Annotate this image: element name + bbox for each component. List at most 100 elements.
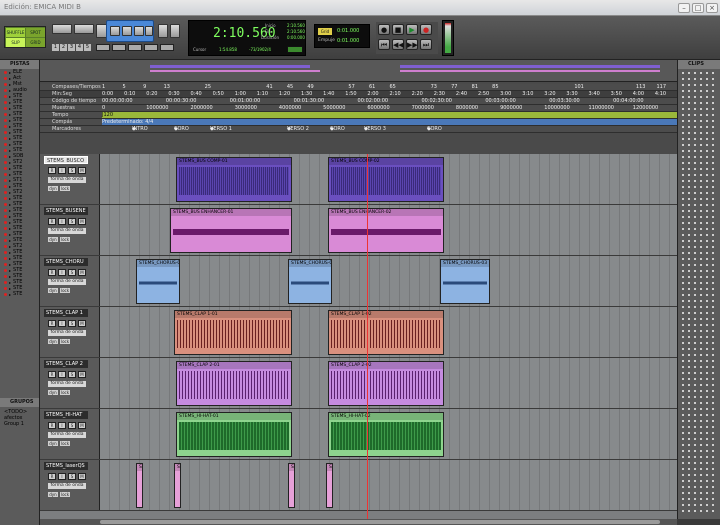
zoom-in-button[interactable] [74, 24, 94, 34]
track-view-selector[interactable]: forma de onda [48, 483, 86, 489]
track-dyn-button[interactable]: dyn [48, 492, 58, 497]
track-m-button[interactable]: M [78, 167, 86, 174]
expand-icon[interactable]: ▸ [9, 106, 11, 111]
expand-icon[interactable]: ▸ [9, 142, 11, 147]
track-s-button[interactable]: S [68, 371, 76, 378]
expand-icon[interactable]: ▸ [9, 292, 11, 297]
track-lane[interactable]: STEMS_BUS ENHANCER-01 STEMS_BUS ENHANCER-… [100, 205, 677, 255]
track-name[interactable]: STEMS_HI-HAT [44, 411, 88, 419]
track-view-selector[interactable]: forma de onda [48, 432, 86, 438]
audio-clip[interactable]: STEMS_BUS ENHANCER-01 [170, 208, 292, 253]
track-lock-button[interactable]: lock [60, 390, 70, 395]
track-name[interactable]: STEMS_CLAP 2 [44, 360, 88, 368]
expand-icon[interactable]: ▸ [9, 112, 11, 117]
expand-icon[interactable]: ▸ [9, 136, 11, 141]
expand-icon[interactable]: ▸ [9, 268, 11, 273]
track-lane[interactable]: ST ST ST ST [100, 460, 677, 510]
track-lock-button[interactable]: lock [60, 492, 70, 497]
track-m-button[interactable]: M [78, 269, 86, 276]
expand-icon[interactable]: ▸ [9, 100, 11, 105]
audio-clip[interactable]: STEMS_CHORUS-03 [440, 259, 490, 304]
track-view-selector[interactable]: forma de onda [48, 279, 86, 285]
track-lock-button[interactable]: lock [60, 339, 70, 344]
expand-icon[interactable]: ▸ [9, 250, 11, 255]
track-s-button[interactable]: S [68, 320, 76, 327]
track-i-button[interactable]: I [58, 218, 66, 225]
audio-clip[interactable]: STEMS_CLAP 2-02 [328, 361, 444, 406]
track-r-button[interactable]: R [48, 269, 56, 276]
expand-icon[interactable]: ▸ [9, 178, 11, 183]
grid-mode-button[interactable]: GRID [26, 38, 45, 47]
track-view-selector[interactable]: forma de onda [48, 330, 86, 336]
tempo-ruler[interactable]: Tempo J120 [40, 112, 677, 119]
track-lane[interactable]: STEMS_CLAP 1-01 STEMS_CLAP 1-02 [100, 307, 677, 357]
track-m-button[interactable]: M [78, 422, 86, 429]
track-name[interactable]: STEMS_laserQS [44, 462, 88, 470]
track-r-button[interactable]: R [48, 371, 56, 378]
track-dyn-button[interactable]: dyn [48, 186, 58, 191]
track-r-button[interactable]: R [48, 422, 56, 429]
audio-clip[interactable]: STEMS_CLAP 1-01 [174, 310, 292, 355]
smart-tool-icon[interactable] [145, 26, 153, 36]
markers-ruler[interactable]: Marcadores ◆ INTRO ◆ CORO ◆ VERSO 1 ◆ VERSO … [40, 126, 677, 133]
expand-icon[interactable]: ▸ [9, 190, 11, 195]
zoom-preset-1[interactable]: 1 [52, 44, 59, 51]
track-lock-button[interactable]: lock [60, 288, 70, 293]
expand-icon[interactable]: ▸ [9, 154, 11, 159]
track-lock-button[interactable]: lock [60, 237, 70, 242]
meter-value[interactable]: Predeterminado: 4/4 [102, 119, 677, 125]
audio-clip[interactable]: STEMS_BUS ENHANCER-02 [328, 208, 444, 253]
stop-button[interactable]: ■ [392, 24, 404, 35]
end-value[interactable]: 2:10.560 [287, 29, 305, 34]
track-name[interactable]: STEMS_CLAP 1 [44, 309, 88, 317]
start-value[interactable]: 2:10.560 [287, 23, 305, 28]
track-name[interactable]: STEMS_BUSCO [44, 156, 88, 164]
zoom-preset-3[interactable]: 3 [68, 44, 75, 51]
expand-icon[interactable]: ▸ [9, 202, 11, 207]
expand-icon[interactable]: ▸ [9, 232, 11, 237]
track-s-button[interactable]: S [68, 422, 76, 429]
track-s-button[interactable]: S [68, 218, 76, 225]
pencil-tool-icon[interactable] [170, 24, 180, 38]
expand-icon[interactable]: ▸ [9, 274, 11, 279]
timecode-ruler[interactable]: Código de tiempo 00:00:00:00 00:00:30:00 00… [40, 98, 677, 105]
audio-clip[interactable]: STEMS_BUS COMP-01 [176, 157, 292, 202]
track-name[interactable]: STEMS_BUSENE [44, 207, 88, 215]
zoom-out-button[interactable] [52, 24, 72, 34]
link-timeline-icon[interactable] [96, 44, 110, 51]
track-view-selector[interactable]: forma de onda [48, 381, 86, 387]
track-s-button[interactable]: S [68, 167, 76, 174]
expand-icon[interactable]: ▸ [9, 166, 11, 171]
track-s-button[interactable]: S [68, 269, 76, 276]
audio-clip[interactable]: ST [288, 463, 295, 508]
track-dyn-button[interactable]: dyn [48, 441, 58, 446]
track-m-button[interactable]: M [78, 218, 86, 225]
expand-icon[interactable]: ▸ [9, 244, 11, 249]
selector-tool-icon[interactable] [122, 26, 132, 36]
mirror-midi-icon[interactable] [160, 44, 174, 51]
zoom-preset-4[interactable]: 4 [76, 44, 83, 51]
bars-beats-ruler[interactable]: Compases/Tiempos 1 5 9 13 25 41 45 49 57 61 65 73 77 8… [40, 84, 677, 91]
expand-icon[interactable]: ▸ [9, 286, 11, 291]
track-s-button[interactable]: S [68, 473, 76, 480]
spot-mode-button[interactable]: SPOT [26, 28, 45, 37]
online-button[interactable]: ● [378, 24, 390, 35]
clip-list[interactable] [680, 70, 718, 515]
expand-icon[interactable]: ▸ [9, 160, 11, 165]
return-to-zero-button[interactable]: ⏮ [378, 39, 390, 50]
expand-icon[interactable]: ▸ [9, 280, 11, 285]
track-i-button[interactable]: I [58, 473, 66, 480]
audio-clip[interactable]: STEMS_CHORUS-01 [136, 259, 180, 304]
audio-clip[interactable]: ST [326, 463, 333, 508]
audio-clip[interactable]: STEMS_CLAP 1-02 [328, 310, 444, 355]
close-button[interactable]: × [706, 3, 718, 13]
minsec-ruler[interactable]: Min:Seg 0:00 0:10 0:20 0:30 0:40 0:50 1:00 1:10 1… [40, 91, 677, 98]
track-i-button[interactable]: I [58, 269, 66, 276]
go-to-end-button[interactable]: ⏭ [420, 39, 432, 50]
record-enable-indicator[interactable] [287, 46, 303, 53]
expand-icon[interactable]: ▸ [9, 76, 11, 81]
expand-icon[interactable]: ▸ [9, 196, 11, 201]
expand-icon[interactable]: ▸ [9, 256, 11, 261]
minimize-button[interactable]: – [678, 3, 690, 13]
link-track-icon[interactable] [112, 44, 126, 51]
